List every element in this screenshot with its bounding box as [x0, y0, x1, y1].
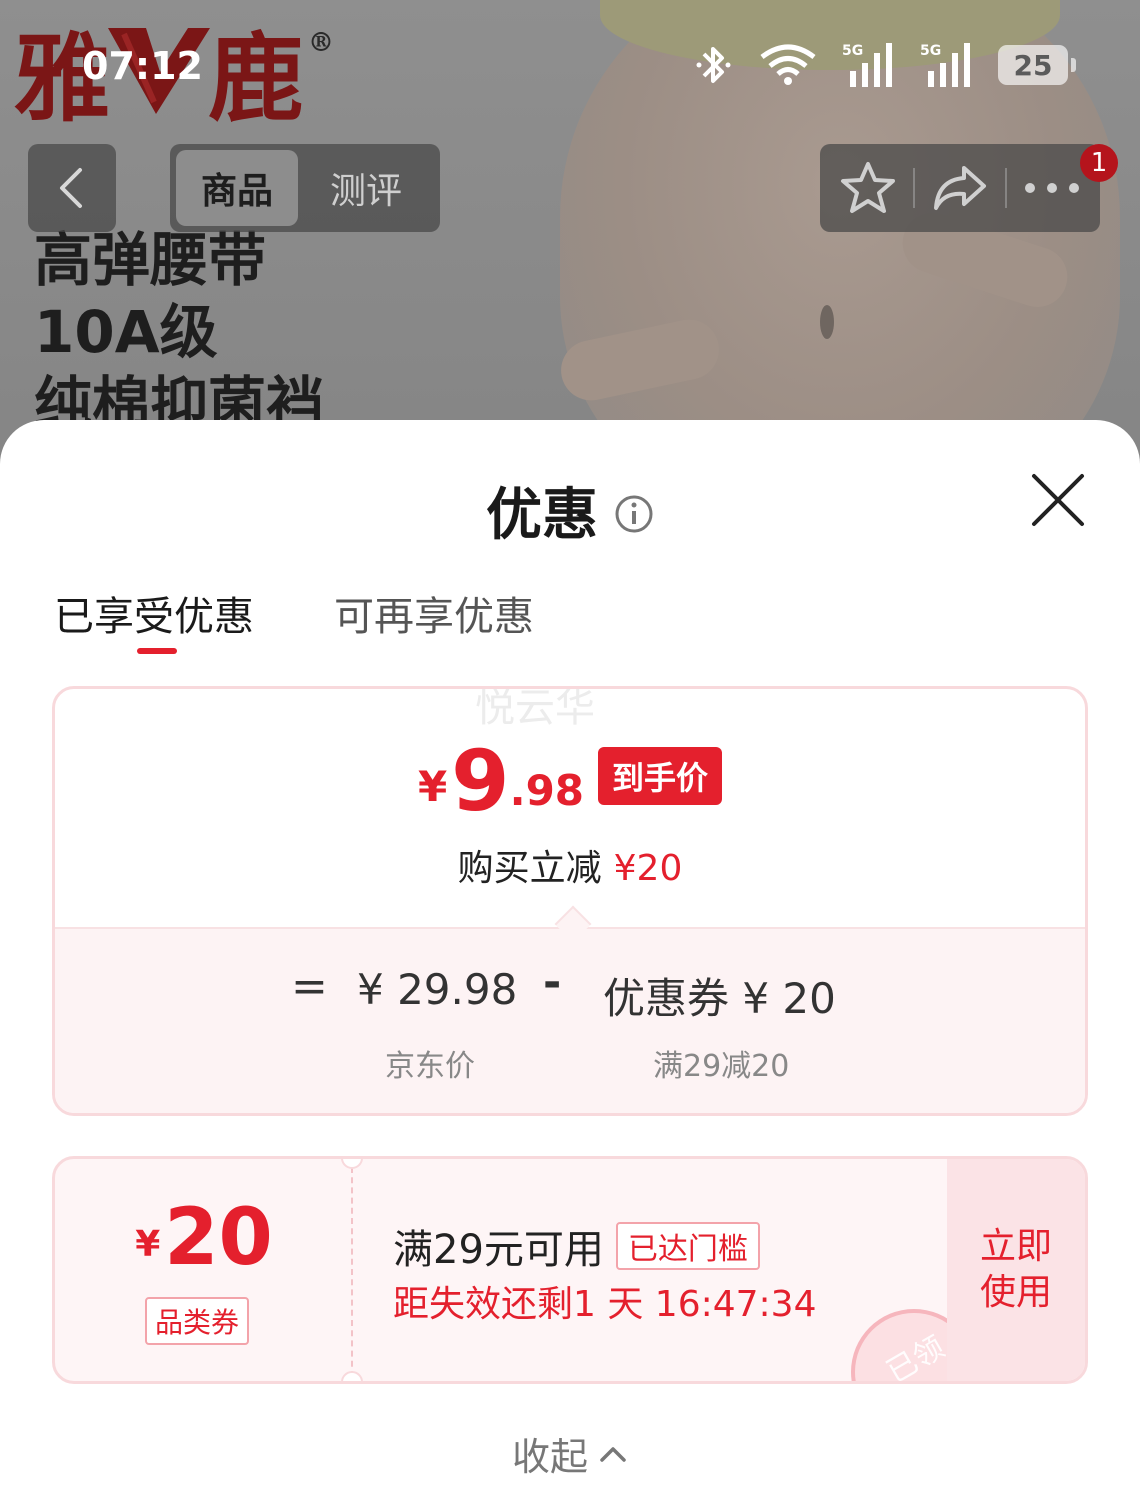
brand-char-right: 鹿 [208, 21, 304, 135]
currency-symbol: ¥ [417, 762, 448, 811]
collapse-button[interactable]: 收起 [0, 1426, 1140, 1481]
wifi-icon [760, 44, 816, 85]
price-summary-card: 悦云华 ¥ 9 .98 到手价 购买立减 ¥20 = ¥ 29.98 - 优惠券 … [52, 686, 1088, 1116]
close-icon[interactable] [1028, 470, 1088, 530]
coupon-condition-row: 满29元可用 已达门槛 [393, 1217, 760, 1275]
base-price: ¥ 29.98 [357, 965, 518, 1014]
instant-discount-label: 购买立减 [457, 848, 602, 889]
instant-discount: 购买立减 ¥20 [55, 839, 1085, 891]
collapse-label: 收起 [511, 1435, 588, 1479]
divider [912, 168, 915, 208]
chevron-up-icon [600, 1446, 626, 1462]
claimed-stamp-text: 已领 [881, 1329, 951, 1384]
sheet-header: 优惠 [0, 470, 1140, 551]
battery-level: 25 [1013, 48, 1053, 82]
tab-more-discounts[interactable]: 可再享优惠 [334, 584, 534, 642]
coupon-card: ¥ 20 品类券 满29元可用 已达门槛 距失效还剩1 天 16:47:34 已… [52, 1156, 1088, 1384]
active-tab-indicator [137, 648, 177, 654]
back-button[interactable] [28, 144, 116, 232]
use-now-button[interactable]: 立即使用 [947, 1159, 1085, 1381]
coupon-value-section: ¥ 20 品类券 [55, 1159, 353, 1381]
currency-symbol: ¥ [135, 1224, 161, 1265]
watermark-text: 悦云华 [475, 686, 595, 731]
instant-discount-amount: ¥20 [613, 848, 683, 889]
battery-icon: 25 [998, 45, 1076, 85]
hero-line: 高弹腰带 [34, 226, 267, 294]
tab-product[interactable]: 商品 [176, 150, 298, 226]
status-time: 07:12 [82, 44, 203, 88]
discount-tabs: 已享受优惠 可再享优惠 [54, 584, 534, 642]
more-icon[interactable] [1022, 178, 1082, 198]
coupon-condition-label: 满29减20 [653, 1049, 790, 1084]
star-icon[interactable] [838, 160, 898, 216]
cellular-signal-icon-2: 5G [920, 43, 970, 87]
registered-mark: ® [308, 28, 334, 58]
hero-slogan: 高弹腰带 10A级 纯棉抑菌裆 [34, 224, 324, 440]
status-icons: 5G 5G 25 [694, 40, 1076, 90]
coupon-perforation [351, 1167, 353, 1377]
page-tabs: 商品 测评 [170, 144, 440, 232]
coupon-notch [341, 1371, 363, 1381]
price-breakdown: = ¥ 29.98 - 优惠券 ¥ 20 京东价 满29减20 [55, 927, 1085, 1113]
coupon-amount: ¥ 20 [55, 1199, 353, 1277]
final-price-integer: 9 [451, 732, 510, 830]
coupon-condition: 满29元可用 [393, 1227, 604, 1273]
coupon-value: 20 [164, 1193, 273, 1283]
minus-sign: - [543, 957, 562, 1008]
sheet-title: 优惠 [486, 483, 598, 548]
signal-label: 5G [920, 43, 941, 59]
equals-sign: = [291, 961, 328, 1012]
model-navel [820, 305, 834, 339]
divider [1005, 168, 1008, 208]
share-icon[interactable] [930, 160, 990, 216]
tab-enjoyed-discounts[interactable]: 已享受优惠 [54, 584, 254, 642]
bluetooth-icon [696, 47, 731, 83]
hero-line: 10A级 [34, 298, 218, 366]
notification-badge: 1 [1080, 144, 1118, 182]
coupon-type-badge: 品类券 [145, 1297, 250, 1345]
cellular-signal-icon-1: 5G [842, 43, 892, 87]
info-icon[interactable] [614, 494, 654, 534]
discount-sheet: 优惠 已享受优惠 可再享优惠 悦云华 ¥ 9 .98 到手价 购买立减 ¥20 =… [0, 420, 1140, 1506]
final-price: ¥ 9 .98 到手价 [55, 732, 1085, 830]
final-price-decimal: .98 [509, 766, 585, 815]
coupon-deduction: 优惠券 ¥ 20 [603, 974, 836, 1023]
final-price-tag: 到手价 [598, 747, 723, 805]
threshold-reached-badge: 已达门槛 [615, 1222, 760, 1270]
chevron-left-icon [60, 168, 82, 208]
base-price-label: 京东价 [385, 1049, 475, 1084]
use-now-label: 立即使用 [979, 1226, 1052, 1313]
tab-review[interactable]: 测评 [298, 150, 434, 226]
coupon-countdown: 距失效还剩1 天 16:47:34 [393, 1284, 817, 1325]
signal-label: 5G [842, 43, 863, 59]
nav-actions [820, 144, 1100, 232]
